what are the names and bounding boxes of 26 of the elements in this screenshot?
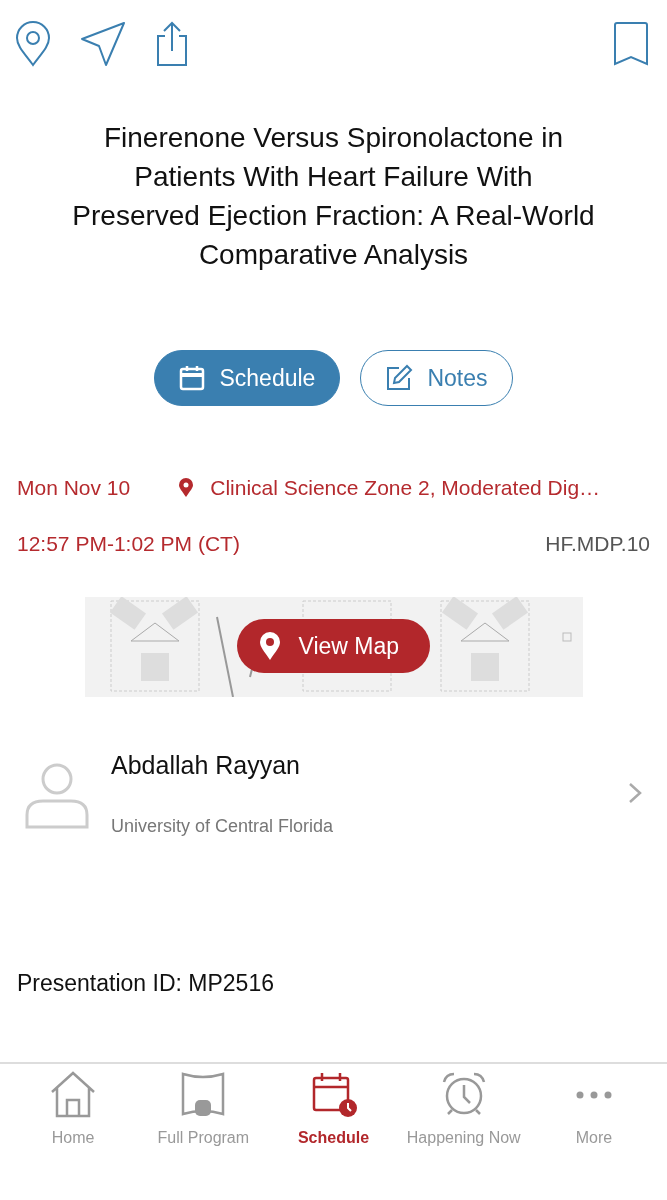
location-icon[interactable]: [14, 21, 52, 67]
send-icon[interactable]: [80, 21, 126, 67]
speaker-affiliation: University of Central Florida: [111, 814, 334, 838]
bookmark-icon[interactable]: [613, 21, 649, 67]
session-title: Finerenone Versus Spironolactone in Patients With Heart Failure With Preserved Ejection Fraction: A Real-World Comparative Analysis: [71, 121, 596, 272]
session-time: 12:57 PM-1:02 PM (CT): [17, 530, 240, 557]
session-location[interactable]: Clinical Science Zone 2, Moderated Dig…: [210, 472, 601, 504]
location-pin-icon: [258, 631, 281, 661]
speaker-name: Abdallah Rayyan: [111, 750, 301, 781]
session-code: HF.MDP.10: [545, 530, 650, 557]
chevron-right-icon[interactable]: [628, 782, 642, 805]
location-pin-icon: [178, 477, 195, 498]
notes-button[interactable]: Notes: [360, 350, 513, 406]
calendar-icon: [179, 365, 206, 391]
tab-item[interactable]: Home: [8, 1070, 139, 1200]
more-icon: [575, 1091, 612, 1099]
schedule-button[interactable]: Schedule: [154, 350, 341, 406]
edit-icon: [385, 364, 414, 392]
tab-item[interactable]: Schedule: [268, 1070, 399, 1200]
session-date: Mon Nov 10: [17, 475, 131, 501]
share-icon[interactable]: [154, 21, 190, 67]
view-map-button[interactable]: View Map: [236, 619, 430, 673]
presentation-id: Presentation ID: MP2516: [16, 968, 275, 998]
tab-item[interactable]: More: [528, 1070, 659, 1200]
tab-item[interactable]: Happening Now: [398, 1070, 529, 1200]
tab-item[interactable]: Full Program: [138, 1070, 269, 1200]
